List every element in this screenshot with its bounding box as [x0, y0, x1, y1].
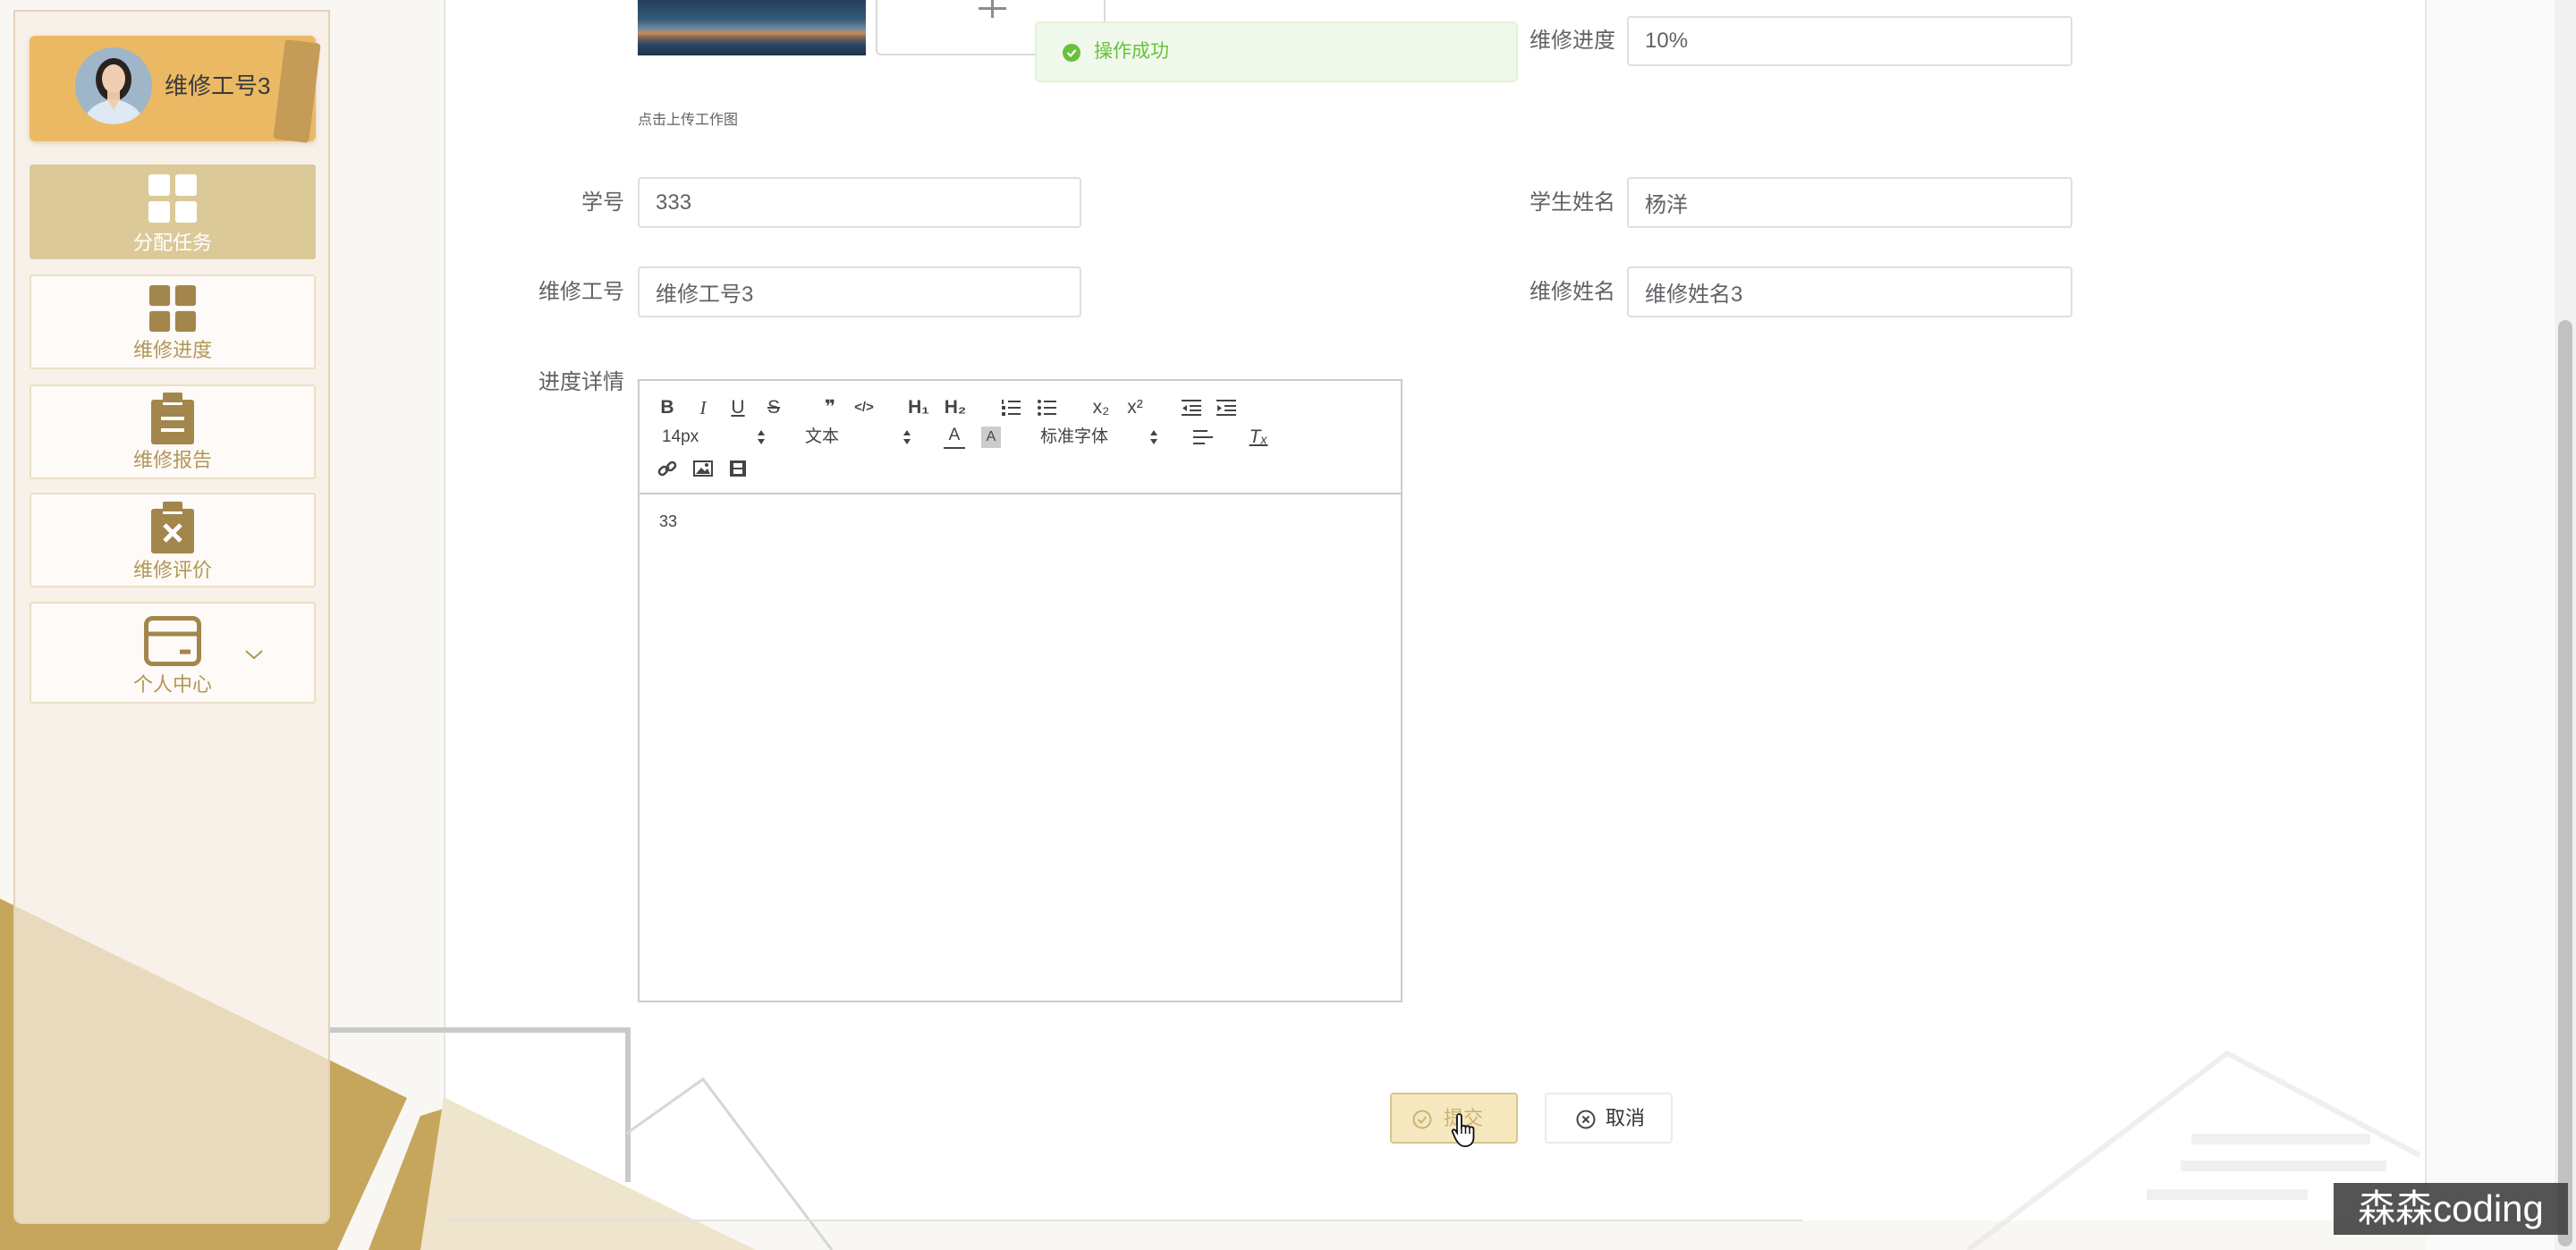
pointer-cursor-icon	[1451, 1113, 1475, 1147]
worker-id-input[interactable]	[638, 266, 1081, 317]
card-icon	[144, 616, 201, 666]
header2-button[interactable]: H₂	[939, 394, 971, 421]
scrollbar-thumb[interactable]	[2558, 320, 2572, 1246]
app-root: 维修工号3 分配任务 维修进度 维修报告 维修评价 个人中心 点击上传工作图 维…	[0, 0, 2576, 1250]
header-select[interactable]: 文本	[805, 425, 839, 450]
outdent-icon[interactable]	[1182, 399, 1201, 417]
rich-text-editor: B I U S ❞ </> H₁ H₂ x₂ x² 14px 文本 A A 标准…	[638, 379, 1402, 1002]
sidebar-item-assign-task[interactable]: 分配任务	[30, 165, 316, 259]
code-block-button[interactable]: </>	[848, 394, 880, 421]
upload-hint: 点击上传工作图	[638, 113, 739, 128]
align-icon[interactable]	[1193, 429, 1213, 445]
subscript-button[interactable]: x₂	[1088, 394, 1114, 421]
student-id-input[interactable]	[638, 177, 1081, 228]
check-circle-icon	[1412, 1110, 1432, 1129]
sidebar-item-repair-report[interactable]: 维修报告	[30, 384, 316, 479]
link-icon[interactable]	[657, 460, 677, 477]
worker-name-label: 维修姓名	[1530, 280, 1615, 304]
sidebar-item-label: 分配任务	[132, 232, 212, 254]
plus-icon-bar	[979, 7, 1006, 10]
blockquote-button[interactable]: ❞	[817, 394, 843, 421]
sidebar: 维修工号3 分配任务 维修进度 维修报告 维修评价 个人中心	[13, 10, 330, 1224]
background-color-button[interactable]: A	[981, 427, 1001, 448]
sidebar-item-profile-center[interactable]: 个人中心	[30, 602, 316, 704]
student-name-label: 学生姓名	[1530, 190, 1615, 215]
sidebar-item-label: 个人中心	[132, 673, 212, 696]
strike-button[interactable]: S	[760, 394, 787, 421]
sidebar-item-label: 维修报告	[132, 449, 212, 471]
sidebar-item-repair-progress[interactable]: 维修进度	[30, 274, 316, 369]
select-arrows-icon	[758, 430, 765, 444]
detail-label: 进度详情	[538, 370, 624, 394]
watermark: 森森coding	[2334, 1183, 2568, 1235]
x-circle-icon	[1576, 1110, 1596, 1129]
font-family-select[interactable]: 标准字体	[1040, 425, 1108, 450]
progress-input[interactable]	[1627, 16, 2072, 66]
bold-button[interactable]: B	[654, 394, 681, 421]
student-name-input[interactable]	[1627, 177, 2072, 228]
sidebar-item-label: 维修进度	[132, 339, 212, 361]
toast-message: 操作成功	[1094, 41, 1169, 62]
header1-button[interactable]: H₁	[902, 394, 935, 421]
bullet-list-icon[interactable]	[1037, 399, 1056, 417]
grid-icon	[148, 174, 197, 223]
ordered-list-icon[interactable]	[1001, 399, 1021, 417]
worker-name-input[interactable]	[1627, 266, 2072, 317]
grid-icon	[149, 285, 196, 332]
superscript-button[interactable]: x²	[1122, 394, 1148, 421]
underline-button[interactable]: U	[724, 394, 751, 421]
cancel-label: 取消	[1606, 1107, 1646, 1129]
uploaded-work-image[interactable]	[638, 0, 866, 55]
editor-toolbar: B I U S ❞ </> H₁ H₂ x₂ x² 14px 文本 A A 标准…	[640, 381, 1401, 494]
sidebar-item-label: 维修评价	[132, 559, 212, 581]
indent-icon[interactable]	[1216, 399, 1236, 417]
video-icon[interactable]	[728, 460, 748, 477]
chevron-down-icon[interactable]	[244, 648, 264, 661]
vertical-scrollbar[interactable]	[2555, 0, 2576, 1250]
avatar	[75, 47, 152, 124]
image-icon[interactable]	[693, 460, 713, 477]
profile-name: 维修工号3	[165, 72, 271, 99]
check-circle-icon	[1063, 44, 1080, 62]
clipboard-x-icon	[151, 502, 194, 553]
clipboard-icon	[151, 393, 194, 444]
sidebar-item-repair-review[interactable]: 维修评价	[30, 493, 316, 587]
font-size-select[interactable]: 14px	[662, 425, 699, 450]
cancel-button[interactable]: 取消	[1545, 1093, 1673, 1144]
profile-card[interactable]: 维修工号3	[30, 36, 321, 144]
italic-button[interactable]: I	[690, 394, 716, 421]
select-arrows-icon	[903, 430, 911, 444]
success-toast: 操作成功	[1035, 21, 1518, 82]
select-arrows-icon	[1150, 430, 1157, 444]
profile-tag-decoration	[273, 38, 321, 144]
worker-id-label: 维修工号	[538, 280, 624, 304]
font-color-button[interactable]: A	[944, 424, 965, 449]
editor-content[interactable]: 33	[659, 511, 677, 531]
student-id-label: 学号	[581, 190, 624, 215]
clean-format-button[interactable]: Tₓ	[1245, 424, 1272, 451]
